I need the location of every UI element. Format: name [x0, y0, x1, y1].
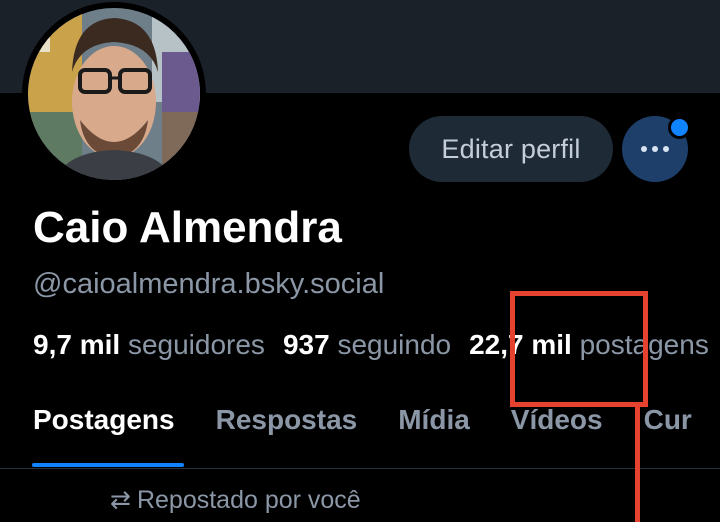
repost-icon: ⇄	[110, 486, 131, 514]
notification-dot-icon	[668, 116, 691, 139]
annotation-highlight-box	[510, 291, 648, 407]
tab-cur[interactable]: Cur	[644, 404, 692, 436]
profile-tabs: Postagens Respostas Mídia Vídeos Cur	[33, 404, 720, 436]
avatar[interactable]	[22, 2, 206, 186]
ellipsis-icon	[641, 146, 669, 152]
tabs-divider	[0, 468, 720, 469]
tab-midia[interactable]: Mídia	[398, 404, 470, 436]
edit-profile-button[interactable]: Editar perfil	[409, 116, 613, 182]
tab-postagens[interactable]: Postagens	[33, 404, 175, 436]
tab-videos[interactable]: Vídeos	[511, 404, 603, 436]
following-label: seguindo	[337, 329, 452, 360]
active-tab-indicator	[32, 463, 184, 467]
edit-profile-label: Editar perfil	[441, 133, 581, 164]
display-name: Caio Almendra	[33, 203, 342, 252]
avatar-photo	[28, 8, 200, 180]
repost-indicator[interactable]: ⇄ Repostado por você	[110, 485, 361, 515]
following-count: 937	[282, 329, 330, 360]
annotation-arrow-line	[635, 407, 640, 522]
tab-respostas[interactable]: Respostas	[216, 404, 358, 436]
following-stat[interactable]: 937 seguindo	[283, 329, 451, 361]
followers-count: 9,7 mil	[33, 329, 121, 360]
profile-handle: @caioalmendra.bsky.social	[33, 268, 385, 300]
followers-label: seguidores	[127, 329, 265, 360]
followers-stat[interactable]: 9,7 mil seguidores	[33, 329, 265, 361]
repost-label: Repostado por você	[136, 485, 361, 514]
